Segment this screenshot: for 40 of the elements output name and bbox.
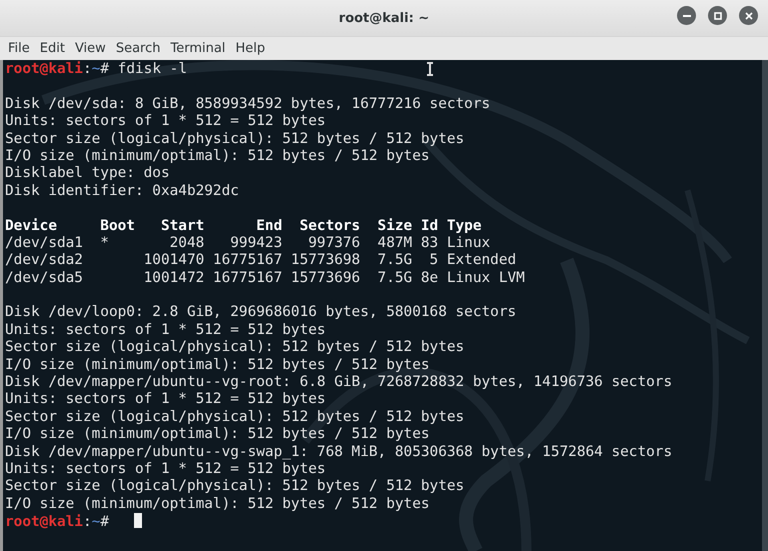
- menu-item[interactable]: File: [3, 41, 35, 56]
- output-line: /dev/sda2 1001470 16775167 15773698 7.5G 5 Extended: [5, 252, 516, 268]
- output-line: Disk /dev/mapper/ubuntu--vg-root: 6.8 GiB, 7268728832 bytes, 14196736 sectors: [5, 374, 672, 390]
- output-line: I/O size (minimum/optimal): 512 bytes / 512 bytes: [5, 496, 430, 512]
- close-button[interactable]: [739, 6, 758, 25]
- output-line: Disk /dev/loop0: 2.8 GiB, 2969686016 bytes, 5800168 sectors: [5, 304, 516, 320]
- output-line: Device Boot Start End Sectors Size Id Type: [5, 218, 482, 234]
- menu-item[interactable]: Edit: [34, 41, 70, 56]
- output-line: I/O size (minimum/optimal): 512 bytes / 512 bytes: [5, 148, 430, 164]
- menu-item[interactable]: Terminal: [165, 41, 230, 56]
- output-line: I/O size (minimum/optimal): 512 bytes / 512 bytes: [5, 356, 430, 373]
- maximize-button[interactable]: [708, 6, 727, 25]
- shell-prompt: root@kali:~#: [5, 514, 109, 530]
- window-title: root@kali: ~: [338, 10, 430, 26]
- output-line: Disk /dev/sda: 8 GiB, 8589934592 bytes, 16777216 sectors: [5, 96, 490, 112]
- maximize-icon: [714, 12, 722, 20]
- output-line: Disklabel type: dos: [5, 165, 170, 182]
- output-line: Units: sectors of 1 * 512 = 512 bytes: [5, 113, 326, 130]
- minimize-button[interactable]: [677, 6, 696, 25]
- close-icon: [744, 12, 752, 20]
- text-cursor-icon: [426, 62, 434, 76]
- text-cursor: [134, 513, 142, 528]
- output-line: Disk identifier: 0xa4b292dc: [5, 182, 239, 199]
- menu-item[interactable]: Help: [230, 41, 270, 56]
- output-line: I/O size (minimum/optimal): 512 bytes / 512 bytes: [5, 426, 430, 442]
- menu-item[interactable]: View: [70, 41, 111, 56]
- scrollbar[interactable]: [762, 60, 768, 551]
- menu-item[interactable]: Search: [110, 41, 166, 56]
- output-line: Sector size (logical/physical): 512 bytes / 512 bytes: [5, 339, 464, 356]
- output-line: Disk /dev/mapper/ubuntu--vg-swap_1: 768 MiB, 805306368 bytes, 1572864 sectors: [5, 444, 672, 460]
- shell-prompt: root@kali:~#: [5, 61, 109, 77]
- command-text: fdisk -l: [118, 61, 187, 77]
- output-line: /dev/sda1 * 2048 999423 997376 487M 83 Linux: [5, 234, 490, 251]
- output-line: Sector size (logical/physical): 512 bytes / 512 bytes: [5, 478, 464, 494]
- output-line: Units: sectors of 1 * 512 = 512 bytes: [5, 460, 326, 477]
- output-line: /dev/sda5 1001472 16775167 15773696 7.5G 8e Linux LVM: [5, 270, 525, 286]
- output-line: Sector size (logical/physical): 512 bytes / 512 bytes: [5, 130, 464, 147]
- output-line: Units: sectors of 1 * 512 = 512 bytes: [5, 322, 326, 338]
- output-line: Units: sectors of 1 * 512 = 512 bytes: [5, 391, 326, 408]
- output-line: Sector size (logical/physical): 512 bytes / 512 bytes: [5, 408, 464, 425]
